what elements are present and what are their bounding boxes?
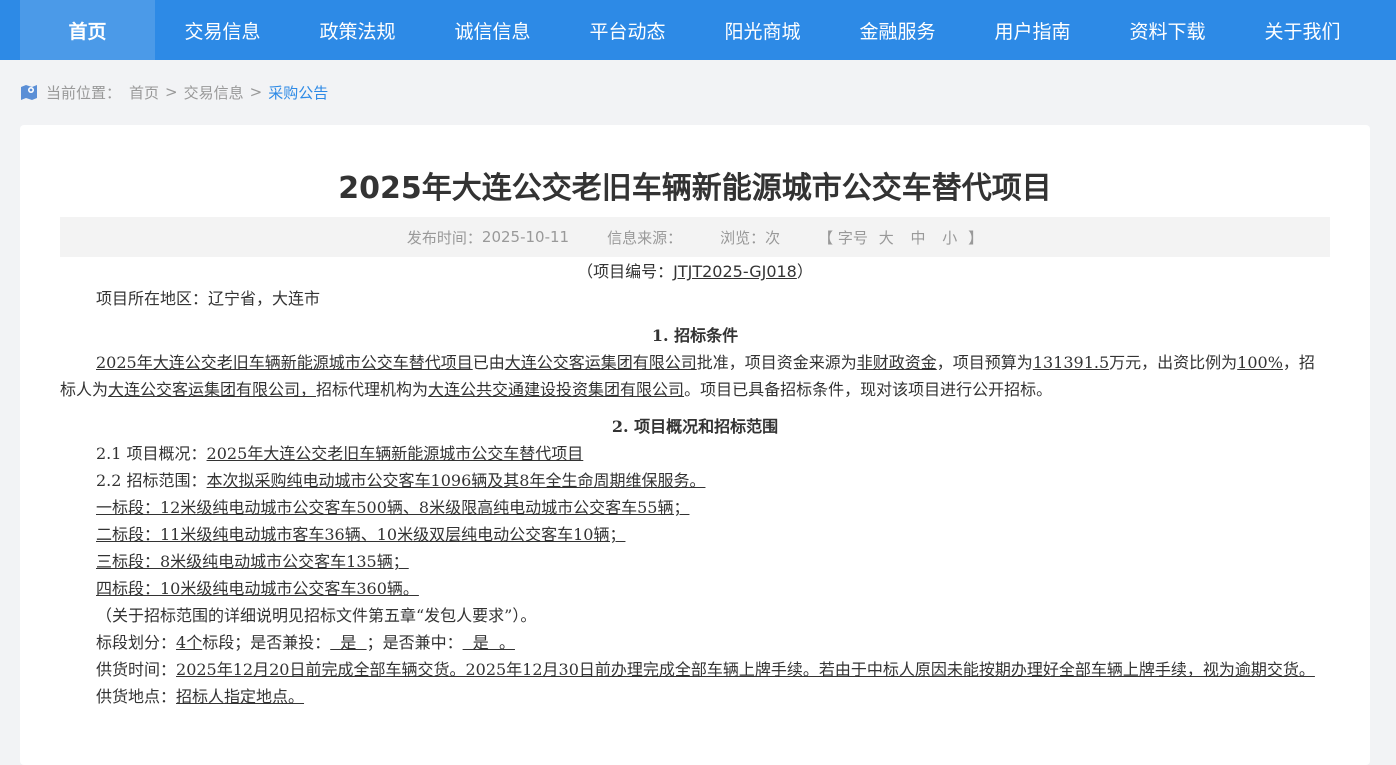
lot-2: 二标段：11米级纯电动城市客车36辆、10米级双层纯电动公交客车10辆； [60, 521, 1330, 548]
project-number-prefix: （项目编号： [577, 262, 674, 281]
division-text: ；是否兼中： [366, 633, 463, 652]
font-size-close: 】 [968, 228, 984, 247]
nav-item-about[interactable]: 关于我们 [1235, 0, 1370, 60]
section-1-heading: 1. 招标条件 [651, 326, 739, 345]
location-map-icon [21, 85, 37, 100]
top-nav: 首页 交易信息 政策法规 诚信信息 平台动态 阳光商城 金融服务 用户指南 资料… [0, 0, 1396, 60]
s2-scope: 2.2 招标范围：本次拟采购纯电动城市公交客车1096辆及其8年全生命周期维保服… [60, 467, 1330, 494]
page-title: 2025年大连公交老旧车辆新能源城市公交车替代项目 [338, 171, 1052, 206]
supply-place-value: 招标人指定地点。 [176, 687, 305, 706]
nav-item-guide[interactable]: 用户指南 [965, 0, 1100, 60]
supply-place: 供货地点：招标人指定地点。 [60, 683, 1330, 710]
source-label: 信息来源： [607, 228, 683, 247]
project-number-line: （项目编号：JTJT2025-GJ018） [60, 258, 1330, 285]
section-2-heading: 2. 项目概况和招标范围 [611, 417, 779, 436]
lot-1: 一标段：12米级纯电动城市公交客车500辆、8米级限高纯电动城市公交客车55辆； [60, 494, 1330, 521]
nav-item-trade-info[interactable]: 交易信息 [155, 0, 290, 60]
font-size-small-button[interactable]: 小 [942, 229, 957, 247]
breadcrumb-current[interactable]: 采购公告 [268, 82, 328, 103]
article-card: 2025年大连公交老旧车辆新能源城市公交车替代项目 发布时间： 2025-10-… [20, 125, 1370, 765]
breadcrumb: 当前位置： 首页 > 交易信息 > 采购公告 [20, 80, 328, 104]
nav-item-credit[interactable]: 诚信信息 [425, 0, 560, 60]
lot-3-text: 三标段：8米级纯电动城市公交客车135辆； [96, 552, 409, 571]
s1-tenderer: 大连公交客运集团有限公司， [108, 380, 317, 399]
nav-item-home[interactable]: 首页 [20, 0, 155, 60]
breadcrumb-home[interactable]: 首页 [129, 82, 159, 103]
nav-item-downloads[interactable]: 资料下载 [1100, 0, 1235, 60]
project-number: JTJT2025-GJ018 [673, 262, 797, 281]
lot-4: 四标段：10米级纯电动城市公交客车360辆。 [60, 575, 1330, 602]
nav-item-mall[interactable]: 阳光商城 [695, 0, 830, 60]
s2-overview-value: 2025年大连公交老旧车辆新能源城市公交车替代项目 [206, 444, 584, 463]
breadcrumb-separator: > [249, 83, 263, 101]
s1-approver: 大连公交客运集团有限公司 [504, 353, 697, 372]
s1-text: 招标代理机构为 [316, 380, 429, 399]
supply-time-label: 供货时间： [96, 660, 177, 679]
s1-text: ，项目预算为 [936, 353, 1033, 372]
lot-4-text: 四标段：10米级纯电动城市公交客车360辆。 [96, 579, 419, 598]
lot-2-text: 二标段：11米级纯电动城市客车36辆、10米级双层纯电动公交客车10辆； [96, 525, 626, 544]
joint-bid-value: 是 [330, 633, 367, 652]
font-size-control: 【 字号 大 中 小 】 [818, 227, 983, 248]
section-1-paragraph: 2025年大连公交老旧车辆新能源城市公交车替代项目已由大连公交客运集团有限公司批… [60, 349, 1330, 403]
font-size-open: 【 字号 [818, 228, 868, 247]
publish-date: 2025-10-11 [481, 228, 570, 246]
nav-item-finance[interactable]: 金融服务 [830, 0, 965, 60]
supply-time: 供货时间：2025年12月20日前完成全部车辆交货。2025年12月30日前办理… [60, 656, 1330, 683]
s1-project-name: 2025年大连公交老旧车辆新能源城市公交车替代项目 [96, 353, 473, 372]
breadcrumb-trade-info[interactable]: 交易信息 [184, 82, 244, 103]
breadcrumb-prefix: 当前位置： [46, 83, 122, 102]
nav-item-platform-news[interactable]: 平台动态 [560, 0, 695, 60]
division-text: 标段；是否兼投： [202, 633, 331, 652]
lot-3: 三标段：8米级纯电动城市公交客车135辆； [60, 548, 1330, 575]
nav-item-policy[interactable]: 政策法规 [290, 0, 425, 60]
s2-scope-label: 2.2 招标范围： [96, 471, 207, 490]
lot-division: 标段划分：4个标段；是否兼投： 是 ；是否兼中： 是 。 [60, 629, 1330, 656]
supply-place-label: 供货地点： [96, 687, 177, 706]
s1-text: 批准，项目资金来源为 [696, 353, 857, 372]
supply-time-value: 2025年12月20日前完成全部车辆交货。2025年12月30日前办理完成全部车… [176, 660, 1315, 679]
joint-win-value: 是 。 [462, 633, 515, 652]
font-size-large-button[interactable]: 大 [879, 229, 894, 247]
project-number-suffix: ） [796, 262, 813, 281]
article-meta-bar: 发布时间： 2025-10-11 信息来源： 浏览：次 【 字号 大 中 小 】 [60, 217, 1330, 257]
division-label: 标段划分： [96, 633, 177, 652]
division-value: 4个 [176, 633, 203, 652]
scope-note: （关于招标范围的详细说明见招标文件第五章“发包人要求”）。 [96, 606, 537, 625]
s2-overview-label: 2.1 项目概况： [96, 444, 207, 463]
project-region: 项目所在地区：辽宁省，大连市 [96, 289, 321, 308]
s1-fund-source: 非财政资金 [856, 353, 937, 372]
s1-text: 。项目已具备招标条件，现对该项目进行公开招标。 [684, 380, 1053, 399]
s2-scope-value: 本次拟采购纯电动城市公交客车1096辆及其8年全生命周期维保服务。 [206, 471, 706, 490]
views-label: 浏览：次 [720, 228, 781, 247]
s1-text: 万元，出资比例为 [1109, 353, 1238, 372]
font-size-medium-button[interactable]: 中 [910, 229, 925, 247]
s1-ratio: 100% [1237, 353, 1283, 372]
s1-agent: 大连公共交通建设投资集团有限公司 [428, 380, 685, 399]
lot-1-text: 一标段：12米级纯电动城市公交客车500辆、8米级限高纯电动城市公交客车55辆； [96, 498, 690, 517]
publish-label: 发布时间： [406, 228, 482, 247]
s1-text: 已由 [472, 353, 505, 372]
s2-overview: 2.1 项目概况：2025年大连公交老旧车辆新能源城市公交车替代项目 [60, 440, 1330, 467]
s1-budget: 131391.5 [1032, 353, 1110, 372]
article-body: （项目编号：JTJT2025-GJ018） 项目所在地区：辽宁省，大连市 1. … [60, 258, 1330, 710]
breadcrumb-separator: > [165, 83, 178, 101]
